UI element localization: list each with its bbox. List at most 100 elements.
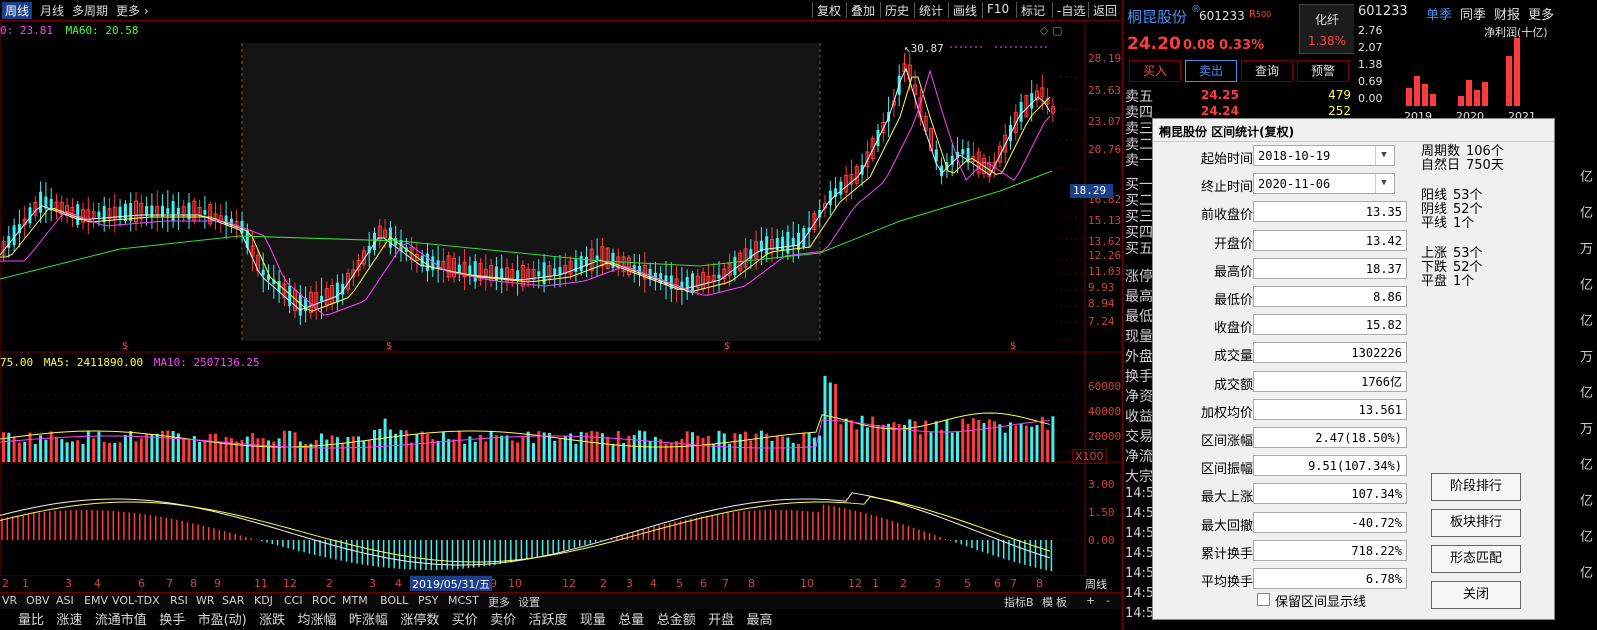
indicator-tab-boll[interactable]: BOLL bbox=[380, 594, 408, 607]
draw-line-button[interactable]: 画线 bbox=[948, 2, 981, 18]
volume-bar bbox=[828, 382, 832, 462]
history-button[interactable]: 历史 bbox=[880, 2, 913, 18]
time-axis-label: 11 bbox=[254, 577, 268, 590]
volume-bar bbox=[256, 438, 260, 462]
kline-candle bbox=[1030, 93, 1034, 109]
indicator-tab-wr[interactable]: WR bbox=[196, 594, 215, 607]
close-icon[interactable]: ✕ bbox=[1159, 123, 1548, 137]
dividend-mark[interactable]: $ bbox=[386, 341, 392, 352]
kline-chart-area[interactable] bbox=[0, 20, 1122, 577]
price-axis-label: 12.26 bbox=[1088, 249, 1122, 262]
overlay-button[interactable]: 叠加 bbox=[846, 2, 879, 18]
volume-bar bbox=[198, 441, 202, 462]
volume-bar bbox=[1003, 432, 1007, 462]
volume-bar bbox=[786, 437, 790, 462]
volume-bar bbox=[76, 440, 80, 462]
tab-monthly[interactable]: 月线 bbox=[40, 2, 64, 19]
finance-unit-label: 万 bbox=[1580, 350, 1594, 365]
volume-bar bbox=[738, 434, 742, 462]
volume-bar bbox=[452, 439, 456, 462]
sell-button[interactable]: 卖出 bbox=[1185, 60, 1237, 82]
buy-button[interactable]: 买入 bbox=[1129, 60, 1181, 82]
field-value: 8.86 bbox=[1253, 286, 1407, 307]
chart-settings-icon[interactable]: ◇ ▢ bbox=[1040, 24, 1062, 37]
indicator-tab-emv[interactable]: EMV bbox=[84, 594, 108, 607]
board-button[interactable]: 板 bbox=[1056, 594, 1067, 610]
indicator-b-button[interactable]: 指标B bbox=[1004, 594, 1034, 610]
stock-name[interactable]: 桐昆股份 bbox=[1127, 6, 1187, 27]
time-axis-label: 1 bbox=[22, 577, 29, 590]
time-axis-label: 12 bbox=[562, 577, 576, 590]
volume-bar bbox=[92, 438, 96, 462]
volume-bar bbox=[357, 436, 361, 462]
order-price[interactable]: 24.25 bbox=[1201, 88, 1239, 102]
f10-button[interactable]: F10 bbox=[982, 2, 1013, 18]
time-axis-cursor-date: 2019/05/31/五 bbox=[410, 576, 493, 591]
dialog-title-bar[interactable]: 桐昆股份 区间统计(复权) ✕ bbox=[1153, 119, 1554, 142]
kline-candle bbox=[261, 269, 265, 276]
tick-time: 14:5 bbox=[1125, 546, 1155, 561]
kline-candle bbox=[781, 236, 785, 251]
indicator-tab-kdj[interactable]: KDJ bbox=[254, 594, 273, 607]
template-button[interactable]: 模 bbox=[1042, 594, 1053, 610]
volume-bar bbox=[855, 429, 859, 462]
volume-bar bbox=[49, 431, 53, 462]
alert-button[interactable]: 预警 bbox=[1297, 60, 1349, 82]
industry-box[interactable]: 化纤 1.38% bbox=[1299, 4, 1355, 54]
stage-ranking-button[interactable]: 阶段排行 bbox=[1431, 473, 1521, 501]
indicator-tab-asi[interactable]: ASI bbox=[56, 594, 74, 607]
kline-candle bbox=[39, 191, 43, 213]
max-price-label: ↖30.87 bbox=[904, 42, 944, 55]
industry-name: 化纤 bbox=[1314, 13, 1339, 27]
remove-watchlist-button[interactable]: -自选 bbox=[1052, 2, 1089, 18]
chevron-down-icon[interactable]: ▼ bbox=[1375, 174, 1392, 194]
kline-candle bbox=[102, 205, 106, 223]
tab-weekly[interactable]: 周线 bbox=[2, 2, 33, 19]
statistics-button[interactable]: 统计 bbox=[914, 2, 947, 18]
restore-rights-button[interactable]: 复权 bbox=[812, 2, 845, 18]
sector-ranking-button[interactable]: 板块排行 bbox=[1431, 509, 1521, 537]
end-date-select[interactable]: 2020-11-06 ▼ bbox=[1253, 173, 1395, 195]
tab-multi-period[interactable]: 多周期 bbox=[72, 2, 108, 19]
field-value: 9.51(107.34%) bbox=[1253, 455, 1407, 477]
indicator-tab-rsi[interactable]: RSI bbox=[170, 594, 188, 607]
zoom-in-button[interactable]: + bbox=[1086, 594, 1095, 607]
indicator-tab-obv[interactable]: OBV bbox=[26, 594, 49, 607]
query-button[interactable]: 查询 bbox=[1241, 60, 1293, 82]
volume-bar bbox=[987, 419, 991, 462]
indicator-tab-roc[interactable]: ROC bbox=[312, 594, 336, 607]
start-date-select[interactable]: 2018-10-19 ▼ bbox=[1253, 145, 1395, 166]
indicator-tab-cci[interactable]: CCI bbox=[284, 594, 303, 607]
time-axis-label: 6 bbox=[138, 577, 145, 590]
pattern-match-button[interactable]: 形态匹配 bbox=[1431, 545, 1521, 573]
indicator-settings[interactable]: 设置 bbox=[518, 594, 540, 610]
indicator-tab-vr[interactable]: VR bbox=[2, 594, 17, 607]
keep-range-lines-checkbox[interactable] bbox=[1257, 593, 1270, 606]
indicator-tab-vol-tdx[interactable]: VOL-TDX bbox=[112, 594, 160, 607]
time-axis-label: 7 bbox=[722, 577, 729, 590]
indicator-tab-mtm[interactable]: MTM bbox=[342, 594, 368, 607]
order-price[interactable]: 24.24 bbox=[1201, 104, 1239, 118]
kline-candle bbox=[12, 225, 16, 246]
chevron-down-icon[interactable]: ▼ bbox=[1375, 146, 1392, 165]
zoom-out-button[interactable]: - bbox=[1106, 594, 1110, 607]
vol-ma5-legend: MA5: 2411890.00 bbox=[43, 356, 144, 369]
price-axis-label: 20.76 bbox=[1088, 143, 1122, 156]
volume-bar bbox=[574, 443, 578, 462]
stat-item: 周期数 106个 bbox=[1421, 145, 1504, 158]
dividend-mark[interactable]: $ bbox=[122, 341, 128, 352]
volume-bar bbox=[240, 439, 244, 462]
tab-more[interactable]: 更多 › bbox=[116, 2, 149, 19]
indicator-tab-sar[interactable]: SAR bbox=[222, 594, 244, 607]
close-button[interactable]: 关闭 bbox=[1431, 581, 1521, 609]
net-profit-chart[interactable]: 2.762.071.380.690.002019 2020 2021 bbox=[1354, 20, 1597, 120]
back-button[interactable]: 返回 bbox=[1088, 2, 1121, 18]
indicator-tab-more[interactable]: 更多 bbox=[488, 594, 510, 610]
dividend-mark[interactable]: $ bbox=[724, 341, 730, 352]
dividend-mark[interactable]: $ bbox=[1010, 341, 1016, 352]
indicator-tab-psy[interactable]: PSY bbox=[418, 594, 438, 607]
volume-bar bbox=[961, 418, 965, 462]
volume-bar bbox=[696, 435, 700, 462]
indicator-tab-mcst[interactable]: MCST bbox=[448, 594, 479, 607]
mark-button[interactable]: 标记 bbox=[1016, 2, 1049, 18]
